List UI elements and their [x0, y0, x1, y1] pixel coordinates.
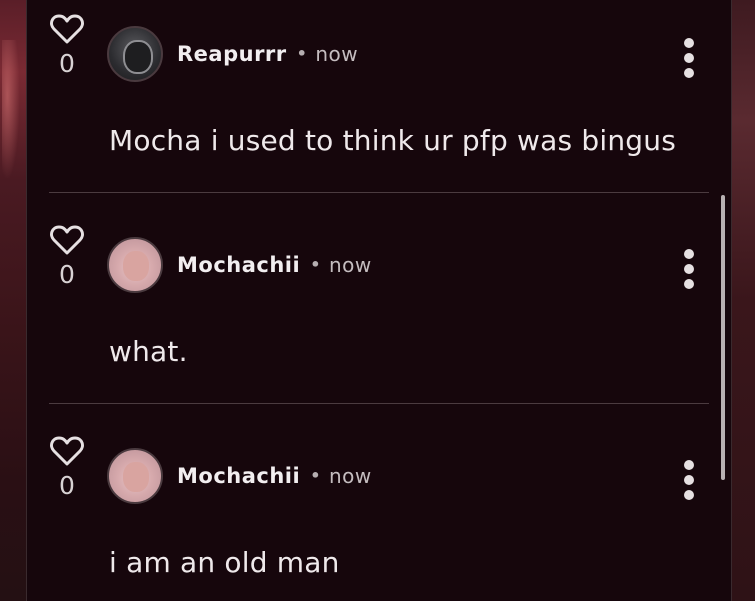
comment-text: what. [109, 335, 188, 368]
like-count: 0 [59, 260, 75, 289]
timestamp: now [328, 464, 372, 488]
more-options-button[interactable] [682, 460, 696, 505]
username-link[interactable]: Mochachii [177, 464, 300, 488]
divider [49, 192, 709, 193]
user-avatar[interactable] [107, 448, 163, 504]
like-count: 0 [59, 49, 75, 78]
comment-header: Reapurrr • now [177, 42, 358, 66]
separator-dot: • [310, 255, 321, 274]
username-link[interactable]: Mochachii [177, 253, 300, 277]
heart-outline-icon [50, 14, 84, 44]
username-link[interactable]: Reapurrr [177, 42, 287, 66]
separator-dot: • [310, 466, 321, 485]
comment-header: Mochachii • now [177, 464, 372, 488]
divider [49, 403, 709, 404]
scrollbar[interactable] [721, 195, 725, 480]
comments-panel: 0 Reapurrr • now Mocha i used to think ur … [26, 0, 732, 601]
timestamp: now [315, 42, 359, 66]
more-options-button[interactable] [682, 249, 696, 294]
comment-text: Mocha i used to think ur pfp was bingus [109, 124, 676, 157]
user-avatar[interactable] [107, 237, 163, 293]
separator-dot: • [296, 44, 308, 63]
like-button[interactable]: 0 [49, 225, 85, 289]
like-button[interactable]: 0 [49, 436, 85, 500]
timestamp: now [328, 253, 372, 277]
comment-header: Mochachii • now [177, 253, 372, 277]
like-button[interactable]: 0 [49, 14, 85, 78]
user-avatar[interactable] [107, 26, 163, 82]
heart-outline-icon [50, 436, 84, 466]
like-count: 0 [59, 471, 75, 500]
heart-outline-icon [50, 225, 84, 255]
background-image-right [731, 0, 755, 601]
more-options-button[interactable] [682, 38, 696, 83]
comment-text: i am an old man [109, 546, 340, 579]
background-image-left [0, 0, 26, 601]
